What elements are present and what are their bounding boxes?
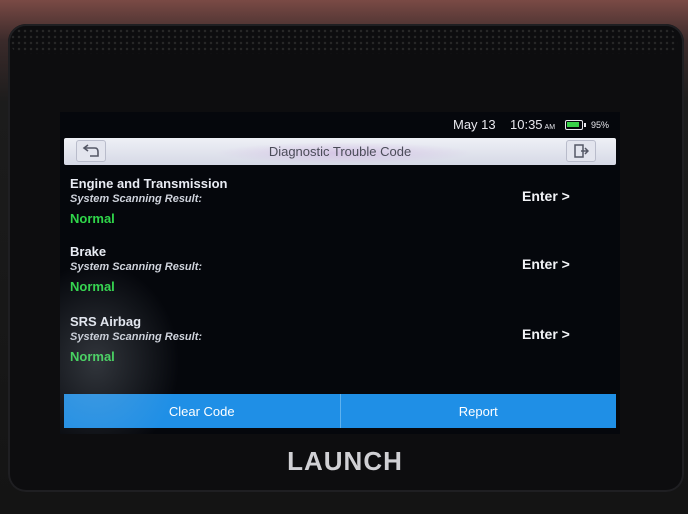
system-name: SRS Airbag [70, 314, 142, 329]
scan-result-label: System Scanning Result: [70, 193, 203, 205]
system-name: Brake [70, 244, 107, 259]
report-button[interactable]: Report [339, 394, 616, 428]
status-date: May 13 [453, 117, 496, 132]
device-grille [10, 28, 678, 54]
device-screen: May 13 10:35 AM 95% Diagnostic Trouble Co… [60, 112, 620, 434]
exit-icon [574, 144, 589, 158]
scan-status: Normal [70, 349, 115, 364]
clear-code-button[interactable]: Clear Code [64, 394, 340, 428]
enter-button-engine[interactable]: Enter > [522, 188, 570, 204]
system-item-brake: Brake System Scanning Result: Normal Ent… [70, 244, 610, 304]
status-ampm: AM [544, 124, 556, 131]
page-title: Diagnostic Trouble Code [268, 144, 412, 159]
system-name: Engine and Transmission [70, 176, 228, 191]
status-time: 10:35 AM [510, 117, 555, 132]
system-item-srs-airbag: SRS Airbag System Scanning Result: Norma… [70, 314, 610, 374]
scan-status: Normal [70, 279, 115, 294]
status-bar: May 13 10:35 AM 95% [60, 112, 620, 136]
status-time-value: 10:35 [510, 117, 543, 132]
scan-status: Normal [70, 211, 115, 226]
enter-button-srs-airbag[interactable]: Enter > [522, 326, 570, 342]
exit-button[interactable] [566, 140, 596, 162]
enter-button-brake[interactable]: Enter > [522, 256, 570, 272]
system-item-engine: Engine and Transmission System Scanning … [70, 176, 610, 236]
bottom-button-bar: Clear Code Report [64, 394, 616, 428]
title-bar: Diagnostic Trouble Code [64, 138, 616, 165]
scan-result-label: System Scanning Result: [70, 261, 203, 273]
scan-result-label: System Scanning Result: [70, 331, 203, 343]
brand-logo: LAUNCH [287, 446, 403, 476]
battery-fill [567, 122, 579, 127]
battery-percent: 95% [591, 120, 610, 130]
battery-icon [565, 120, 586, 130]
